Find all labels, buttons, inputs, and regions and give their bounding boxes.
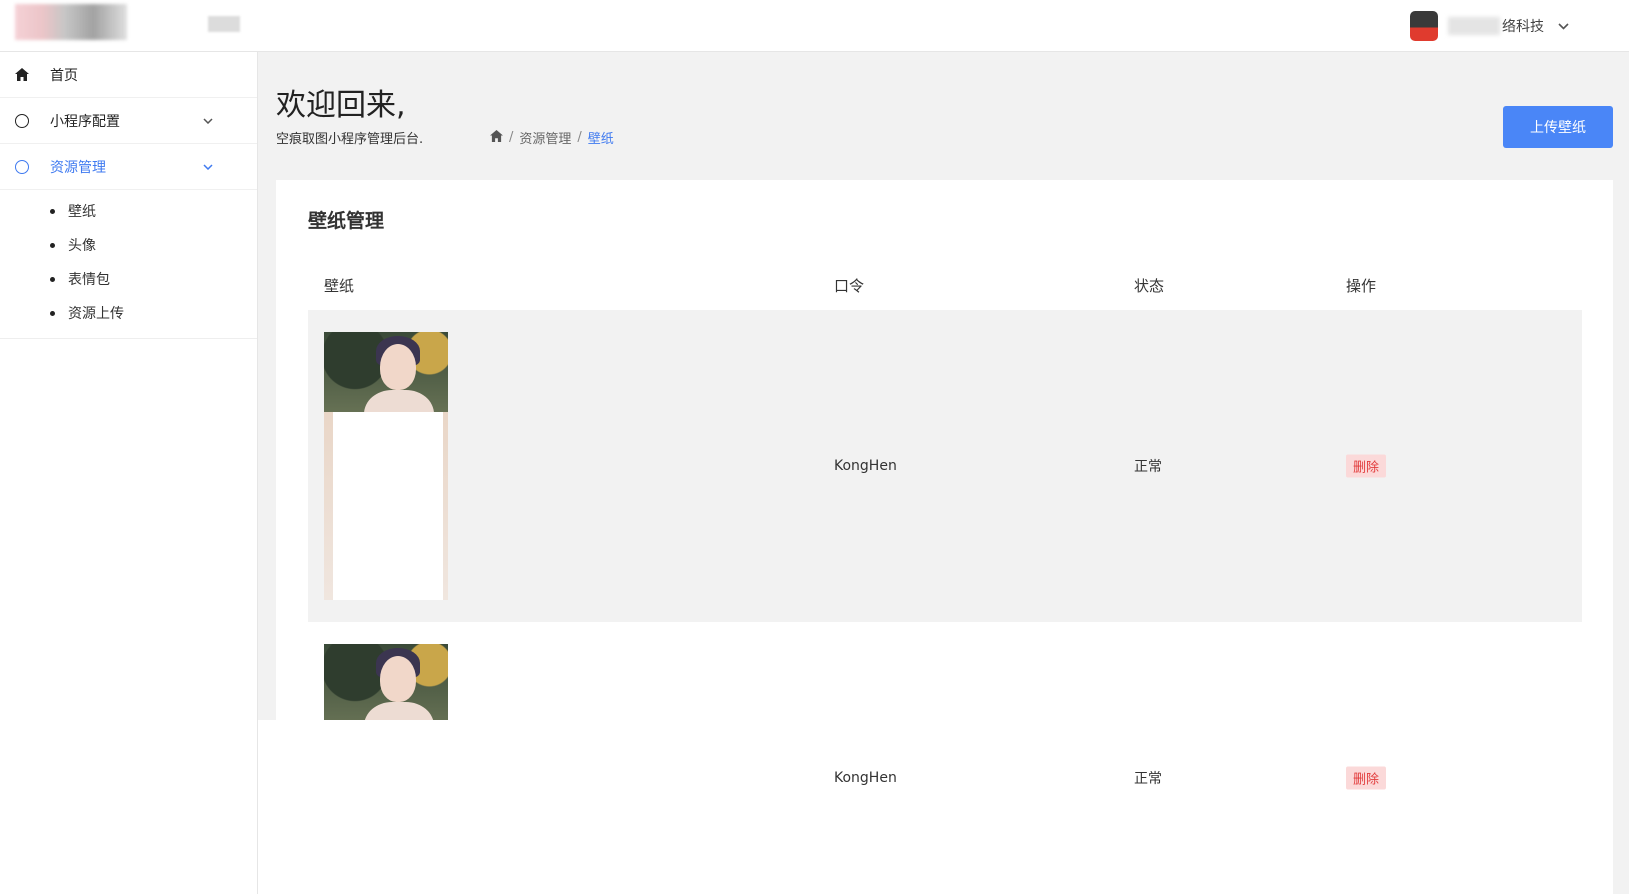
top-bar: 络科技 [0, 0, 1629, 52]
password-cell: KongHen [834, 458, 897, 474]
table-row: KongHen 正常 删除 [308, 622, 1582, 894]
chevron-down-icon[interactable] [1558, 20, 1569, 33]
breadcrumb-item[interactable]: 资源管理 [519, 128, 571, 147]
redaction-block [258, 720, 306, 894]
chevron-down-icon[interactable] [203, 114, 213, 127]
column-header: 状态 [1134, 276, 1165, 295]
delete-button[interactable]: 删除 [1346, 454, 1387, 478]
wallpaper-card: 壁纸管理 壁纸 口令 状态 操作 KongHen 正常 删除 KongHen 正… [276, 180, 1613, 894]
page-subtitle: 空痕取图小程序管理后台. [276, 132, 424, 147]
sidebar-item-home[interactable]: 首页 [0, 52, 257, 98]
sidebar-item-resource-management[interactable]: 资源管理 [0, 144, 257, 190]
password-cell: KongHen [834, 770, 897, 786]
chevron-down-icon[interactable] [203, 160, 213, 173]
bullet-icon [50, 276, 55, 282]
breadcrumb-current: 壁纸 [587, 132, 614, 147]
breadcrumb-separator: / [509, 130, 514, 145]
breadcrumb-separator: / [577, 130, 582, 145]
card-title: 壁纸管理 [308, 210, 385, 232]
sidebar-item-miniprogram-config[interactable]: 小程序配置 [0, 98, 257, 144]
upload-wallpaper-button[interactable]: 上传壁纸 [1503, 106, 1613, 148]
home-icon[interactable] [490, 129, 503, 146]
column-header: 壁纸 [324, 276, 355, 295]
delete-button[interactable]: 删除 [1346, 766, 1387, 790]
wallpaper-thumbnail[interactable] [324, 332, 448, 600]
bullet-icon [50, 242, 55, 248]
table-header: 壁纸 口令 状态 操作 [308, 260, 1582, 310]
bullet-icon [50, 310, 55, 316]
column-header: 口令 [834, 276, 865, 295]
user-name-redacted [1448, 17, 1500, 35]
resource-subnav: 壁纸 头像 表情包 资源上传 [0, 190, 257, 339]
circle-icon [14, 113, 30, 129]
wallpaper-thumbnail[interactable] [324, 644, 448, 720]
column-header: 操作 [1346, 276, 1377, 295]
subnav-item-emoji[interactable]: 表情包 [0, 262, 257, 296]
subnav-item-label: 壁纸 [68, 204, 96, 220]
bullet-icon [50, 208, 55, 214]
avatar[interactable] [1410, 11, 1438, 41]
table-row: KongHen 正常 删除 [308, 310, 1582, 622]
subnav-item-wallpaper[interactable]: 壁纸 [0, 194, 257, 228]
home-icon [14, 67, 30, 83]
logo [15, 4, 127, 40]
status-cell: 正常 [1134, 459, 1162, 475]
status-cell: 正常 [1134, 771, 1162, 787]
subnav-item-label: 表情包 [68, 272, 110, 288]
sidebar-item-label: 小程序配置 [50, 113, 120, 130]
breadcrumb: / 资源管理 / 壁纸 [490, 128, 614, 147]
sidebar-item-label: 资源管理 [50, 159, 106, 176]
sidebar: 首页 小程序配置 资源管理 壁纸 头像 表情包 资源上传 [0, 52, 258, 894]
user-menu[interactable]: 络科技 [1410, 8, 1569, 44]
sidebar-item-label: 首页 [50, 67, 78, 84]
subnav-item-label: 头像 [68, 238, 96, 254]
wallpaper-table: 壁纸 口令 状态 操作 KongHen 正常 删除 KongHen 正常 删除 [308, 260, 1582, 894]
subnav-item-label: 资源上传 [68, 306, 124, 322]
circle-icon [14, 159, 30, 175]
user-name[interactable]: 络科技 [1502, 16, 1544, 36]
logo-subtitle [208, 16, 240, 32]
page-title: 欢迎回来, [276, 88, 406, 123]
subnav-item-upload[interactable]: 资源上传 [0, 296, 257, 330]
subnav-item-avatar[interactable]: 头像 [0, 228, 257, 262]
